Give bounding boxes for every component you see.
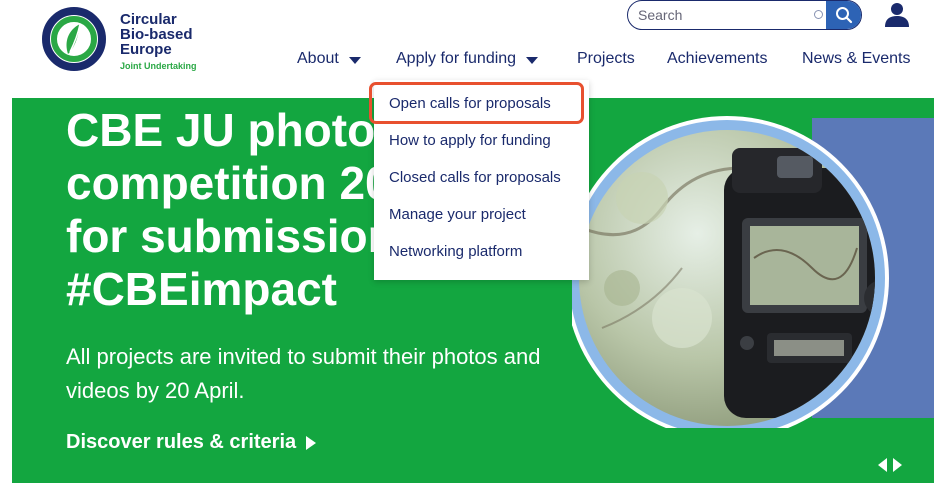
search-box bbox=[627, 0, 862, 30]
nav-projects-label: Projects bbox=[577, 50, 635, 67]
search-input[interactable] bbox=[638, 4, 808, 26]
hero-title: CBE JU photo competition 20 for submissi… bbox=[66, 104, 396, 316]
discover-rules-label: Discover rules & criteria bbox=[66, 431, 297, 453]
dropdown-item-closed-calls[interactable]: Closed calls for proposals bbox=[389, 169, 561, 186]
search-button[interactable] bbox=[826, 1, 861, 29]
cbe-logo[interactable]: Circular Bio-based Europe Joint Undertak… bbox=[40, 6, 210, 72]
dropdown-item-how-to-apply[interactable]: How to apply for funding bbox=[389, 132, 551, 149]
dropdown-item-open-calls[interactable]: Open calls for proposals bbox=[389, 95, 551, 112]
logo-line-2: Bio-based bbox=[120, 26, 193, 43]
hero-title-line: competition 20 bbox=[66, 157, 391, 209]
chevron-down-icon bbox=[348, 56, 361, 64]
user-icon[interactable] bbox=[884, 2, 910, 28]
nav-achievements-label: Achievements bbox=[667, 50, 768, 67]
nav-news-events[interactable]: News & Events bbox=[802, 50, 910, 68]
nav-apply-for-funding[interactable]: Apply for funding bbox=[396, 50, 539, 68]
nav-apply-label: Apply for funding bbox=[396, 50, 517, 67]
hero-title-line: for submission bbox=[66, 210, 396, 262]
previous-slide-icon[interactable] bbox=[878, 458, 887, 472]
logo-line-3: Europe bbox=[120, 41, 172, 58]
hero-title-line: #CBEimpact bbox=[66, 263, 337, 315]
search-clear-icon bbox=[814, 10, 823, 19]
nav-news-label: News & Events bbox=[802, 50, 911, 67]
logo-line-1: Circular bbox=[120, 11, 177, 28]
hero-photo bbox=[572, 116, 934, 428]
nav-about-label: About bbox=[297, 50, 339, 67]
dropdown-item-networking[interactable]: Networking platform bbox=[389, 243, 522, 260]
nav-achievements[interactable]: Achievements bbox=[667, 50, 768, 68]
nav-projects[interactable]: Projects bbox=[577, 50, 635, 68]
hero-title-line: CBE JU photo bbox=[66, 104, 376, 156]
slider-controls bbox=[878, 458, 902, 472]
discover-rules-link[interactable]: Discover rules & criteria bbox=[66, 431, 317, 454]
next-slide-icon[interactable] bbox=[893, 458, 902, 472]
chevron-down-icon bbox=[526, 56, 539, 64]
nav-about[interactable]: About bbox=[297, 50, 361, 68]
cbe-ring-logo-icon bbox=[42, 7, 106, 71]
apply-for-funding-dropdown: Open calls for proposals How to apply fo… bbox=[369, 80, 589, 280]
play-arrow-icon bbox=[306, 435, 317, 450]
dropdown-item-manage-project[interactable]: Manage your project bbox=[389, 206, 526, 223]
search-icon bbox=[836, 7, 853, 24]
logo-line-4: Joint Undertaking bbox=[120, 61, 197, 71]
hero-description: All projects are invited to submit their… bbox=[66, 344, 541, 403]
